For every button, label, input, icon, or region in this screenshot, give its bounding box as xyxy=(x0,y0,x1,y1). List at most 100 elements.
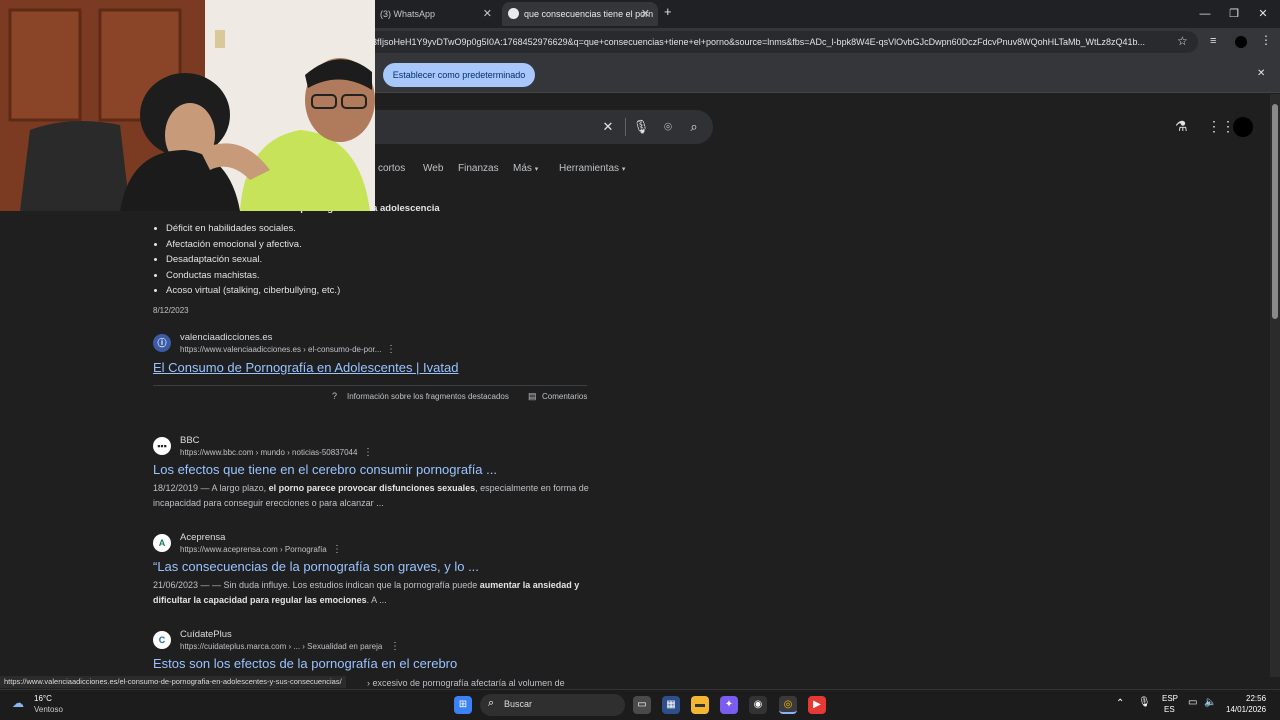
list-item: Conductas machistas. xyxy=(166,270,340,286)
microphone-icon[interactable]: 🎙 xyxy=(631,117,651,137)
result-url: https://www.valenciaadicciones.es › el-c… xyxy=(180,345,382,354)
weather-temp[interactable]: 16°C xyxy=(34,694,52,703)
site-favicon-icon: ⓘ xyxy=(153,334,171,352)
dropdown-caret-icon: ▾ xyxy=(534,166,539,173)
scrollbar-thumb[interactable] xyxy=(1272,104,1278,319)
volume-icon[interactable]: 🔈 xyxy=(1204,697,1216,708)
clear-search-icon[interactable]: ✕ xyxy=(598,117,618,137)
maximize-button[interactable]: ❐ xyxy=(1219,4,1249,24)
more-options-icon[interactable]: ⋮ xyxy=(390,641,400,652)
dropdown-caret-icon: ▾ xyxy=(621,166,626,173)
new-tab-button[interactable]: + xyxy=(664,4,672,19)
labs-flask-icon[interactable]: ⚗ xyxy=(1175,118,1188,135)
divider xyxy=(153,385,587,386)
snippet-text: 18/12/2019 — A largo plazo, xyxy=(153,483,269,493)
result-url: https://cuidateplus.marca.com › ... › Se… xyxy=(180,642,383,651)
chrome-icon[interactable]: ◎ xyxy=(779,696,797,714)
task-view-icon[interactable]: ▭ xyxy=(633,696,651,714)
media-controls-icon[interactable]: ≡ xyxy=(1210,35,1216,47)
result-url: https://www.bbc.com › mundo › noticias-5… xyxy=(180,448,358,457)
search-icon[interactable]: ⌕ xyxy=(684,117,704,137)
profile-avatar[interactable] xyxy=(1235,36,1247,48)
about-snippets-link[interactable]: Información sobre los fragmentos destaca… xyxy=(347,392,509,401)
snippet-bold-text: el porno parece provocar disfunciones se… xyxy=(268,483,476,493)
tab-web[interactable]: Web xyxy=(423,163,443,174)
taskbar-search-box[interactable]: ⌕ Buscar xyxy=(480,694,625,716)
close-infobar-icon[interactable]: ✕ xyxy=(1257,68,1265,79)
feedback-icon[interactable]: ▤ xyxy=(528,391,537,402)
more-options-icon[interactable]: ⋮ xyxy=(363,447,373,458)
result-snippet: 18/12/2019 — A largo plazo, el porno par… xyxy=(153,481,593,511)
minimize-button[interactable]: — xyxy=(1190,4,1220,24)
tab-finance[interactable]: Finanzas xyxy=(458,163,499,174)
microphone-tray-icon[interactable]: 🎙 xyxy=(1138,697,1151,708)
cuidateplus-favicon-icon: C xyxy=(153,631,171,649)
search-divider xyxy=(625,118,626,136)
list-item: Acoso virtual (stalking, ciberbullying, … xyxy=(166,285,340,301)
bookmark-star-icon[interactable]: ☆ xyxy=(1177,34,1188,48)
snippet-bullet-list: Déficit en habilidades sociales. Afectac… xyxy=(166,223,340,301)
windows-start-icon[interactable]: ⊞ xyxy=(454,696,472,714)
account-avatar[interactable] xyxy=(1233,117,1253,137)
help-circle-icon[interactable]: ? xyxy=(332,391,337,401)
menu-kebab-icon[interactable]: ⋮ xyxy=(1260,33,1272,47)
result-site-name: CuídatePlus xyxy=(180,629,232,640)
tab-tools[interactable]: Herramientas ▾ xyxy=(559,163,625,174)
tab-whatsapp[interactable]: (3) WhatsApp ✕ xyxy=(370,2,500,26)
tray-chevron-icon[interactable]: ⌃ xyxy=(1116,698,1124,709)
address-bar[interactable]: 3fIjsoHeH1Y9yvDTwO9p0g5I0A:1768452976629… xyxy=(360,31,1198,53)
lens-icon[interactable]: ⌾ xyxy=(658,117,678,137)
tab-tools-label: Herramientas xyxy=(559,163,620,174)
tab-more[interactable]: Más ▾ xyxy=(513,163,538,174)
aceprensa-favicon-icon: A xyxy=(153,534,171,552)
result-title-link[interactable]: El Consumo de Pornografía en Adolescente… xyxy=(153,360,458,375)
snippet-text: . A ... xyxy=(366,595,387,605)
taskbar-search-label: Buscar xyxy=(504,699,533,709)
page-scrollbar[interactable] xyxy=(1270,94,1280,677)
file-explorer-icon[interactable]: ▬ xyxy=(691,696,709,714)
snippet-date: 8/12/2023 xyxy=(153,306,189,315)
tab-label: que consecuencias tiene el porn xyxy=(524,9,654,19)
tab-short-videos[interactable]: cortos xyxy=(378,163,405,174)
feedback-link[interactable]: Comentarios xyxy=(542,392,587,401)
clock-time[interactable]: 22:56 xyxy=(1246,694,1266,703)
tab-label: (3) WhatsApp xyxy=(380,9,436,19)
result-title-link[interactable]: “Las consecuencias de la pornografía son… xyxy=(153,559,479,574)
search-icon: ⌕ xyxy=(488,697,495,709)
more-options-icon[interactable]: ⋮ xyxy=(332,544,342,555)
snippet-text: 21/06/2023 — — Sin duda influye. Los est… xyxy=(153,580,480,590)
store-icon[interactable]: ▦ xyxy=(662,696,680,714)
result-site-name: BBC xyxy=(180,435,200,446)
weather-desc[interactable]: Ventoso xyxy=(34,705,63,714)
result-site-name: valenciaadicciones.es xyxy=(180,332,273,343)
clock-date[interactable]: 14/01/2026 xyxy=(1226,705,1266,714)
status-url-tooltip: https://www.valenciaadicciones.es/el-con… xyxy=(0,676,346,688)
list-item: Afectación emocional y afectiva. xyxy=(166,239,340,255)
close-window-button[interactable]: ✕ xyxy=(1248,4,1278,24)
google-favicon-icon xyxy=(508,8,519,19)
network-icon[interactable]: ▭ xyxy=(1188,697,1197,708)
tab-search[interactable]: que consecuencias tiene el porn ✕ xyxy=(502,2,658,26)
more-options-icon[interactable]: ⋮ xyxy=(386,344,396,355)
weather-icon[interactable]: ☁ xyxy=(12,696,24,710)
result-title-link[interactable]: Estos son los efectos de la pornografía … xyxy=(153,656,457,671)
close-tab-icon[interactable]: ✕ xyxy=(483,2,492,26)
language-indicator[interactable]: ESP xyxy=(1162,694,1178,703)
list-item: Déficit en habilidades sociales. xyxy=(166,223,340,239)
result-url: https://www.aceprensa.com › Pornografía xyxy=(180,545,327,554)
tab-more-label: Más xyxy=(513,163,532,174)
search-box[interactable]: ✕ 🎙 ⌾ ⌕ xyxy=(360,110,713,144)
youtube-icon[interactable]: ▶ xyxy=(808,696,826,714)
copilot-icon[interactable]: ✦ xyxy=(720,696,738,714)
keyboard-layout-indicator[interactable]: ES xyxy=(1164,705,1175,714)
bbc-favicon-icon: ▪▪▪ xyxy=(153,437,171,455)
set-default-button[interactable]: Establecer como predeterminado xyxy=(383,63,535,87)
close-tab-icon[interactable]: ✕ xyxy=(641,2,650,26)
apps-grid-icon[interactable]: ⋮⋮ xyxy=(1207,118,1235,135)
result-site-name: Aceprensa xyxy=(180,532,226,543)
app-icon[interactable]: ◉ xyxy=(749,696,767,714)
result-title-link[interactable]: Los efectos que tiene en el cerebro cons… xyxy=(153,462,497,477)
windows-taskbar: ☁ 16°C Ventoso ⊞ ⌕ Buscar ▭ ▦ ▬ ✦ ◉ ◎ ▶ … xyxy=(0,689,1280,720)
result-snippet: 21/06/2023 — — Sin duda influye. Los est… xyxy=(153,578,593,608)
webcam-overlay xyxy=(0,0,375,211)
